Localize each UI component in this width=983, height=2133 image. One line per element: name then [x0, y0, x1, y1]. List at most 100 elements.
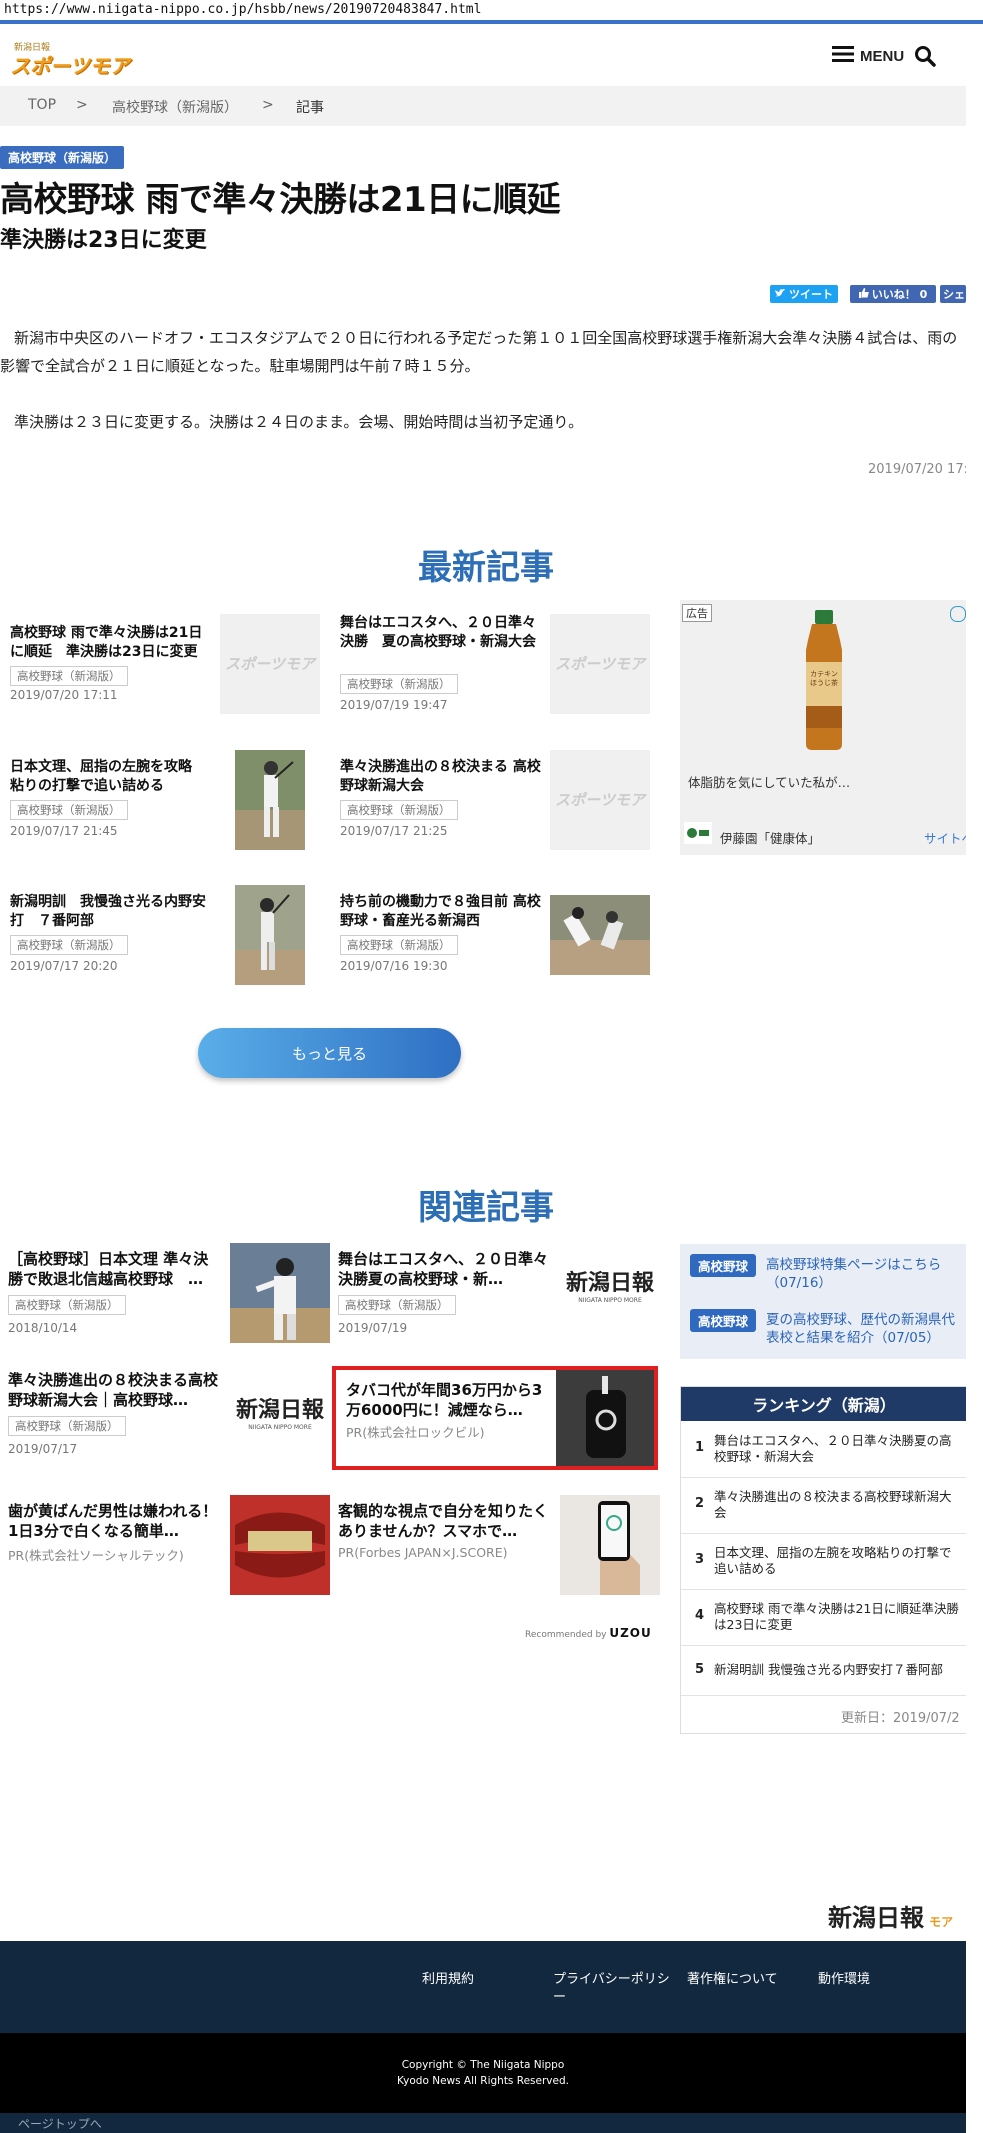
related-item-thumbnail [556, 1370, 654, 1466]
bottle-label: カテキンほうじ茶 [810, 670, 838, 687]
latest-item-tag: 高校野球（新潟版） [10, 935, 128, 955]
footer-link-privacy[interactable]: プライバシーポリシー [553, 1971, 671, 2007]
ranking-number: 2 [695, 1496, 705, 1511]
latest-item-tag: 高校野球（新潟版） [340, 674, 458, 694]
related-item-pr: PR(株式会社ロックビル) [346, 1425, 485, 1440]
latest-item-tag: 高校野球（新潟版） [10, 800, 128, 820]
footer-link-environment[interactable]: 動作環境 [818, 1971, 870, 1989]
ad-info-icon[interactable] [950, 606, 966, 622]
footer-link-copyright[interactable]: 著作権について [687, 1971, 778, 1989]
related-pr-item-highlighted[interactable]: タバコ代が年間36万円から3万6000円に！減煙なら… PR(株式会社ロックビル… [332, 1366, 658, 1470]
ad-caption: 体脂肪を気にしていた私が… [688, 775, 851, 790]
latest-item-title: 高校野球 雨で準々決勝は21日に順延 準決勝は23日に変更 [10, 625, 203, 660]
ranking-box: ランキング（新潟） 1 舞台はエコスタへ、２０日準々決勝夏の高校野球・新潟大会 … [680, 1386, 968, 1734]
latest-item-title: 準々決勝進出の８校決まる 高校野球新潟大会 [340, 759, 541, 794]
footer-logo-sub: モア [929, 1915, 954, 1929]
ranking-number: 4 [695, 1608, 705, 1623]
latest-item[interactable]: 舞台はエコスタへ、２０日準々決勝 夏の高校野球・新潟大会 高校野球（新潟版） 2… [330, 614, 650, 718]
latest-item-thumbnail: スポーツモア [550, 750, 650, 850]
related-item[interactable]: 準々決勝進出の８校決まる高校野球新潟大会｜高校野球… 高校野球（新潟版） 201… [0, 1370, 330, 1470]
latest-item-date: 2019/07/17 21:45 [10, 824, 118, 838]
breadcrumb: TOP > 高校野球（新潟版） > 記事 [0, 86, 966, 126]
related-pr-item[interactable]: 客観的な視点で自分を知りたくありませんか？スマホで… PR(Forbes JAP… [330, 1495, 660, 1595]
article-date: 2019/07/20 17: [868, 462, 968, 477]
page-top-label: ページトップへ [18, 2117, 102, 2131]
tweet-button[interactable]: ツイート [770, 285, 838, 303]
latest-item[interactable]: 高校野球 雨で準々決勝は21日に順延 準決勝は23日に変更 高校野球（新潟版） … [0, 614, 320, 718]
recommended-by[interactable]: Recommended by UZOU [525, 1626, 652, 1640]
latest-item-title: 新潟明訓 我慢強さ光る内野安打 ７番阿部 [10, 894, 206, 929]
latest-item[interactable]: 準々決勝進出の８校決まる 高校野球新潟大会 高校野球（新潟版） 2019/07/… [330, 750, 650, 850]
breadcrumb-category[interactable]: 高校野球（新潟版） [112, 97, 238, 117]
related-item[interactable]: ［高校野球］日本文理 準々決勝で敗退北信越高校野球 … 高校野球（新潟版） 20… [0, 1243, 330, 1343]
related-item[interactable]: 舞台はエコスタへ、２０日準々決勝夏の高校野球・新… 高校野球（新潟版） 2019… [330, 1243, 660, 1343]
article-subtitle: 準決勝は23日に変更 [0, 228, 207, 253]
twitter-icon [775, 288, 786, 301]
related-heading: 関連記事 [418, 1188, 554, 1228]
ad-label: 広告 [682, 604, 712, 622]
related-item-title: 歯が黄ばんだ男性は嫌われる！1日3分で白くなる簡単… [8, 1502, 218, 1540]
search-icon[interactable] [914, 45, 936, 71]
related-item-thumbnail [230, 1495, 330, 1595]
nippo-logo-text: 新潟日報 [235, 1397, 324, 1423]
ranking-item[interactable]: 1 舞台はエコスタへ、２０日準々決勝夏の高校野球・新潟大会 [681, 1421, 967, 1478]
related-item-date: 2019/07/17 [8, 1442, 78, 1456]
latest-item[interactable]: 持ち前の機動力で８強目前 高校野球・畜産光る新潟西 高校野球（新潟版） 2019… [330, 885, 650, 985]
menu-label: MENU [860, 47, 905, 65]
latest-item-title: 日本文理、屈指の左腕を攻略 粘りの打撃で追い詰める [10, 759, 206, 794]
ranking-number: 1 [695, 1440, 705, 1455]
tweet-label: ツイート [789, 288, 833, 301]
site-logo[interactable]: 新潟日報 スポーツモア [10, 40, 130, 78]
menu-button[interactable]: MENU [832, 43, 904, 69]
ranking-text: 高校野球 雨で準々決勝は21日に順延準決勝は23日に変更 [714, 1601, 959, 1632]
latest-item-thumbnail: スポーツモア [220, 614, 320, 714]
breadcrumb-current: 記事 [296, 100, 324, 116]
copyright-line-2: Kyodo News All Rights Reserved. [397, 2075, 569, 2087]
topic-tag[interactable]: 高校野球 [690, 1309, 757, 1332]
topic-tag[interactable]: 高校野球 [690, 1254, 757, 1277]
ranking-item[interactable]: 3 日本文理、屈指の左腕を攻略粘りの打撃で追い詰める [681, 1533, 967, 1590]
article-category-tag[interactable]: 高校野球（新潟版） [0, 146, 125, 169]
itoen-logo [684, 822, 712, 844]
ranking-item[interactable]: 5 新潟明訓 我慢強さ光る内野安打７番阿部 [681, 1645, 967, 1696]
like-label: いいね！ 0 [871, 288, 928, 301]
nippo-logo-sub: NIIGATA NIPPO MORE [248, 1424, 312, 1431]
ranking-text: 日本文理、屈指の左腕を攻略粘りの打撃で追い詰める [714, 1545, 952, 1576]
article-paragraph-1: 新潟市中央区のハードオフ・エコスタジアムで２０日に行われる予定だった第１０１回全… [0, 329, 958, 375]
topic-link[interactable]: 高校野球特集ページはこちら（07/16） [766, 1256, 956, 1292]
url-bar[interactable]: https://www.niigata-nippo.co.jp/hsbb/new… [0, 0, 983, 24]
ad-box[interactable]: 広告 カテキンほうじ茶 体脂肪を気にしていた私が… 伊藤園「健康体」 サイトへ [680, 600, 974, 855]
uzou-logo: UZOU [609, 1626, 652, 1640]
latest-item-date: 2019/07/16 19:30 [340, 959, 448, 973]
share-button[interactable]: シェ [940, 285, 966, 303]
footer-logo[interactable]: 新潟日報 モア [828, 1898, 953, 1933]
ranking-item[interactable]: 2 準々決勝進出の８校決まる高校野球新潟大会 [681, 1477, 967, 1534]
latest-item-thumbnail [550, 885, 650, 985]
latest-item-tag: 高校野球（新潟版） [10, 666, 128, 686]
page-top-link[interactable]: ページトップへ [0, 2113, 966, 2133]
related-pr-item[interactable]: 歯が黄ばんだ男性は嫌われる！1日3分で白くなる簡単… PR(株式会社ソーシャルテ… [0, 1495, 330, 1595]
latest-item[interactable]: 日本文理、屈指の左腕を攻略 粘りの打撃で追い詰める 高校野球（新潟版） 2019… [0, 750, 320, 850]
related-item-thumbnail [560, 1495, 660, 1595]
ad-brand: 伊藤園「健康体」 [720, 831, 821, 846]
like-button[interactable]: いいね！ 0 [850, 285, 936, 303]
ranking-text: 舞台はエコスタへ、２０日準々決勝夏の高校野球・新潟大会 [714, 1433, 952, 1464]
topic-link[interactable]: 夏の高校野球、歴代の新潟県代表校と結果を紹介（07/05） [766, 1311, 962, 1347]
scrollbar[interactable] [966, 24, 983, 2133]
footer-link-terms[interactable]: 利用規約 [422, 1971, 474, 1989]
breadcrumb-separator: > [262, 97, 274, 113]
breadcrumb-top[interactable]: TOP [28, 97, 56, 113]
latest-item[interactable]: 新潟明訓 我慢強さ光る内野安打 ７番阿部 高校野球（新潟版） 2019/07/1… [0, 885, 320, 985]
site-header: 新潟日報 スポーツモア MENU [0, 24, 966, 87]
more-button[interactable]: もっと見る [198, 1028, 461, 1078]
ranking-heading: ランキング（新潟） [681, 1387, 967, 1421]
footer-logo-text: 新潟日報 [828, 1903, 924, 1932]
latest-item-thumbnail [220, 885, 320, 985]
latest-item-date: 2019/07/17 21:25 [340, 824, 448, 838]
article-paragraph-2: 準決勝は２３日に変更する。決勝は２４日のまま。会場、開始時間は当初予定通り。 [14, 413, 584, 431]
thumbnail-logo: スポーツモア [225, 655, 315, 673]
thumbnail-logo: スポーツモア [555, 791, 645, 809]
ranking-item[interactable]: 4 高校野球 雨で準々決勝は21日に順延準決勝は23日に変更 [681, 1589, 967, 1646]
related-item-title: タバコ代が年間36万円から3万6000円に！減煙なら… [346, 1381, 543, 1419]
latest-item-tag: 高校野球（新潟版） [340, 935, 458, 955]
